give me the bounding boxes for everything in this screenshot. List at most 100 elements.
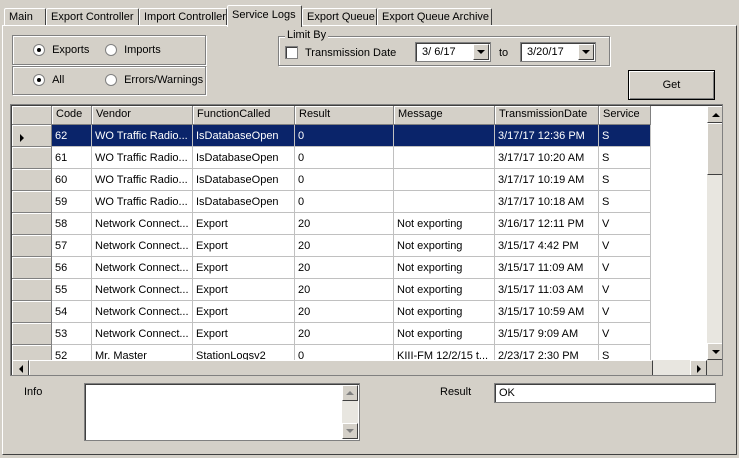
scroll-left-icon[interactable] [12,360,29,375]
cell-transmissiondate[interactable]: 3/15/17 10:59 AM [495,301,599,323]
table-row[interactable]: 59 WO Traffic Radio... IsDatabaseOpen 0 3/17… [12,191,651,213]
row-selector[interactable] [12,257,52,279]
cell-code[interactable]: 61 [52,147,92,169]
cell-vendor[interactable]: Network Connect... [92,257,193,279]
info-scrollbar[interactable] [342,385,358,439]
cell-message[interactable]: Not exporting [394,235,495,257]
horizontal-scroll-thumb[interactable] [29,360,653,375]
vertical-scrollbar[interactable] [707,106,722,360]
cell-code[interactable]: 53 [52,323,92,345]
cell-functioncalled[interactable]: IsDatabaseOpen [193,169,295,191]
cell-service[interactable]: S [599,147,651,169]
cell-transmissiondate[interactable]: 3/15/17 9:09 AM [495,323,599,345]
cell-code[interactable]: 56 [52,257,92,279]
cell-functioncalled[interactable]: IsDatabaseOpen [193,191,295,213]
cell-result[interactable]: 0 [295,169,394,191]
column-header-result[interactable]: Result [295,106,394,125]
cell-transmissiondate[interactable]: 3/16/17 12:11 PM [495,213,599,235]
cell-result[interactable]: 20 [295,257,394,279]
cell-result[interactable]: 20 [295,213,394,235]
row-selector[interactable] [12,125,52,147]
table-row[interactable]: 53 Network Connect... Export 20 Not exportin… [12,323,651,345]
tab-export-controller[interactable]: Export Controller [46,8,139,26]
cell-functioncalled[interactable]: Export [193,301,295,323]
cell-transmissiondate[interactable]: 3/17/17 10:18 AM [495,191,599,213]
from-date-picker[interactable]: 3/ 6/17 [415,42,491,62]
cell-transmissiondate[interactable]: 3/15/17 11:03 AM [495,279,599,301]
dropdown-arrow-icon[interactable] [473,44,489,60]
cell-functioncalled[interactable]: Export [193,235,295,257]
cell-result[interactable]: 0 [295,191,394,213]
cell-code[interactable]: 58 [52,213,92,235]
table-row[interactable]: 55 Network Connect... Export 20 Not exportin… [12,279,651,301]
cell-result[interactable]: 0 [295,125,394,147]
cell-transmissiondate[interactable]: 3/15/17 11:09 AM [495,257,599,279]
cell-message[interactable]: Not exporting [394,301,495,323]
row-selector[interactable] [12,213,52,235]
cell-vendor[interactable]: WO Traffic Radio... [92,125,193,147]
errors-warnings-radio[interactable]: Errors/Warnings [105,74,203,87]
cell-vendor[interactable]: Network Connect... [92,323,193,345]
vertical-scroll-thumb[interactable] [707,123,722,175]
cell-functioncalled[interactable]: Export [193,213,295,235]
cell-result[interactable]: 20 [295,279,394,301]
cell-message[interactable] [394,191,495,213]
column-header-service[interactable]: Service [599,106,651,125]
all-radio[interactable]: All [33,74,64,87]
dropdown-arrow-icon[interactable] [578,44,594,60]
tab-main[interactable]: Main [4,8,46,26]
cell-message[interactable]: Not exporting [394,279,495,301]
table-row[interactable]: 61 WO Traffic Radio... IsDatabaseOpen 0 3/17… [12,147,651,169]
row-selector[interactable] [12,279,52,301]
cell-code[interactable]: 62 [52,125,92,147]
cell-functioncalled[interactable]: Export [193,323,295,345]
column-header-code[interactable]: Code [52,106,92,125]
tab-service-logs[interactable]: Service Logs [227,5,302,27]
tab-export-queue-archive[interactable]: Export Queue Archive [377,8,492,26]
cell-code[interactable]: 57 [52,235,92,257]
cell-transmissiondate[interactable]: 3/17/17 10:19 AM [495,169,599,191]
horizontal-scrollbar[interactable] [12,360,707,375]
cell-transmissiondate[interactable]: 3/17/17 12:36 PM [495,125,599,147]
row-selector[interactable] [12,323,52,345]
row-selector[interactable] [12,235,52,257]
cell-message[interactable]: Not exporting [394,257,495,279]
cell-functioncalled[interactable]: IsDatabaseOpen [193,125,295,147]
scroll-down-icon[interactable] [342,423,358,439]
cell-service[interactable]: V [599,213,651,235]
cell-code[interactable]: 59 [52,191,92,213]
cell-message[interactable] [394,169,495,191]
cell-transmissiondate[interactable]: 3/15/17 4:42 PM [495,235,599,257]
scroll-down-icon[interactable] [707,343,722,360]
cell-message[interactable]: Not exporting [394,323,495,345]
cell-result[interactable]: 0 [295,147,394,169]
cell-vendor[interactable]: WO Traffic Radio... [92,191,193,213]
cell-vendor[interactable]: WO Traffic Radio... [92,147,193,169]
cell-vendor[interactable]: Network Connect... [92,213,193,235]
row-selector[interactable] [12,169,52,191]
cell-service[interactable]: V [599,323,651,345]
column-header-vendor[interactable]: Vendor [92,106,193,125]
cell-service[interactable]: V [599,257,651,279]
row-selector[interactable] [12,191,52,213]
cell-vendor[interactable]: Network Connect... [92,235,193,257]
to-date-picker[interactable]: 3/20/17 [520,42,596,62]
table-row[interactable]: 60 WO Traffic Radio... IsDatabaseOpen 0 3/17… [12,169,651,191]
cell-code[interactable]: 54 [52,301,92,323]
imports-radio[interactable]: Imports [105,44,161,57]
cell-functioncalled[interactable]: Export [193,279,295,301]
cell-code[interactable]: 55 [52,279,92,301]
cell-vendor[interactable]: Network Connect... [92,279,193,301]
table-row[interactable]: 58 Network Connect... Export 20 Not exportin… [12,213,651,235]
transmission-date-checkbox[interactable] [285,46,298,59]
result-field[interactable]: OK [494,383,716,403]
cell-message[interactable] [394,147,495,169]
get-button[interactable]: Get [628,70,715,100]
scroll-up-icon[interactable] [342,385,358,401]
cell-functioncalled[interactable]: Export [193,257,295,279]
cell-service[interactable]: S [599,169,651,191]
cell-message[interactable] [394,125,495,147]
tab-import-controller[interactable]: Import Controller [139,8,227,26]
cell-service[interactable]: S [599,191,651,213]
table-row[interactable]: 62 WO Traffic Radio... IsDatabaseOpen 0 3/17… [12,125,651,147]
